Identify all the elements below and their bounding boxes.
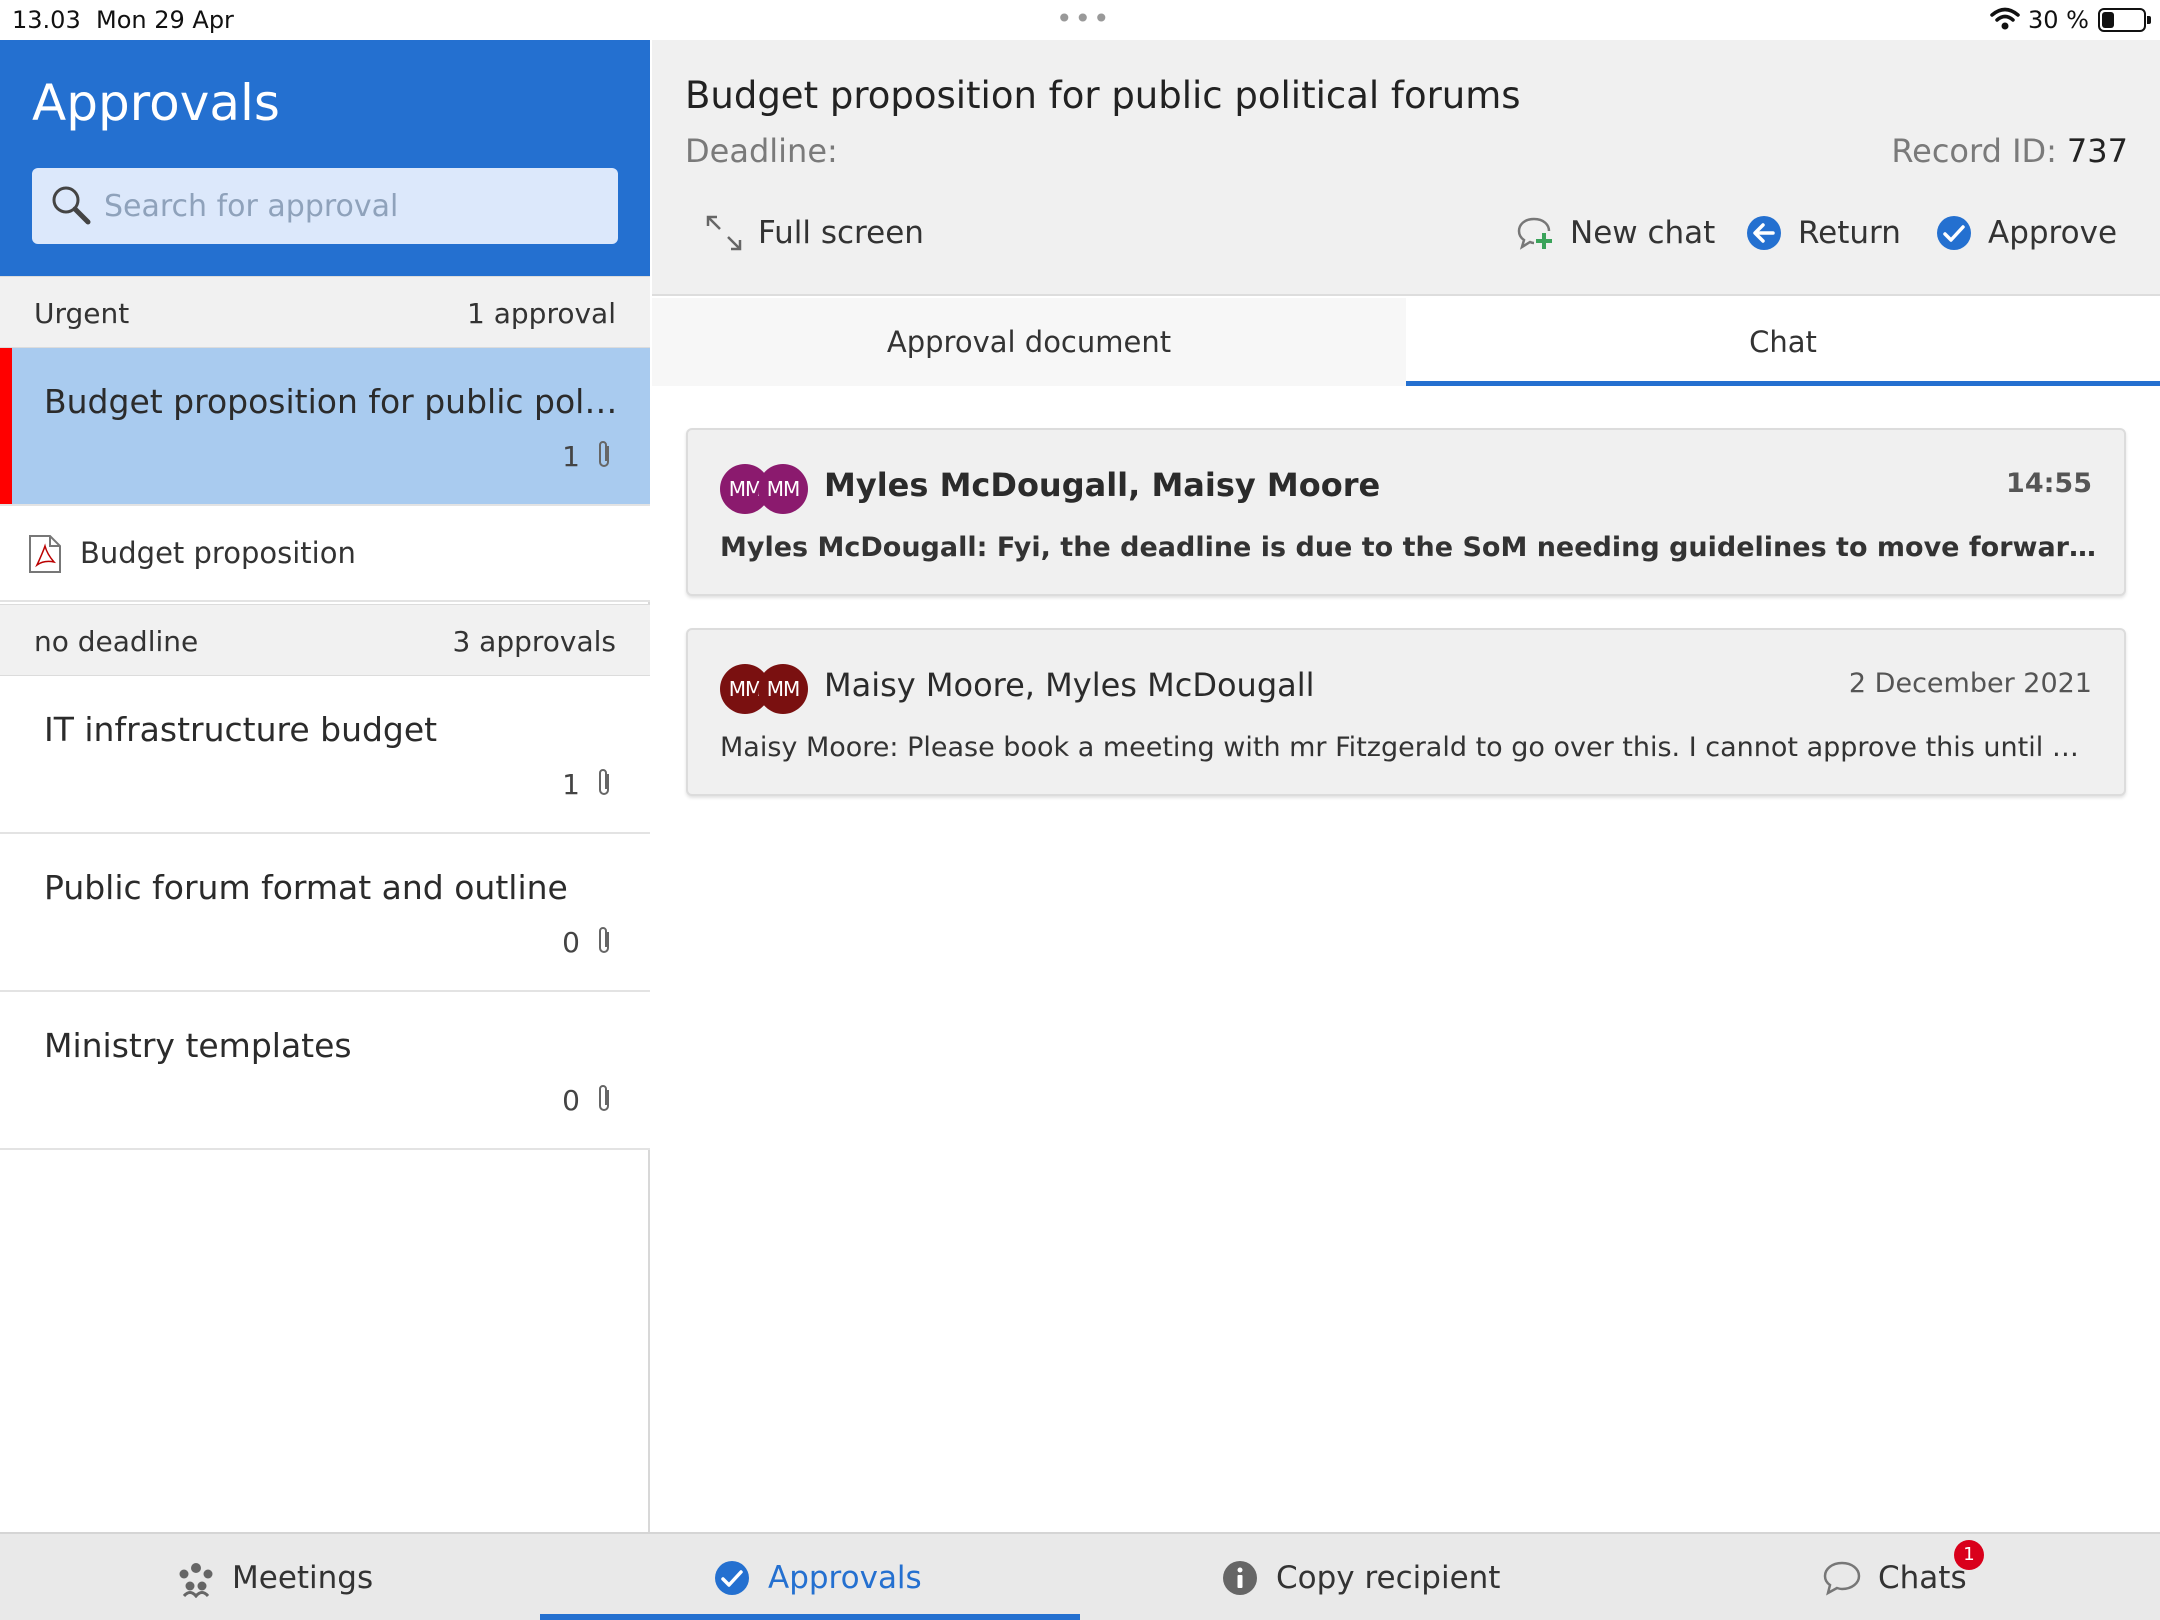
detail-header: Budget proposition for public political … — [652, 40, 2160, 296]
full-screen-button[interactable]: Full screen — [704, 208, 924, 258]
group-title: Urgent — [34, 297, 130, 330]
tab-chat[interactable]: Chat — [1406, 298, 2160, 386]
paperclip-icon — [599, 441, 609, 467]
attachment-count: 1 — [562, 440, 580, 473]
nav-approvals[interactable]: Approvals — [712, 1534, 922, 1620]
approvals-sidebar: Approvals Urgent 1 approval Budget propo… — [0, 40, 650, 1532]
chat-time: 14:55 — [2006, 468, 2092, 499]
detail-title: Budget proposition for public political … — [685, 74, 1521, 117]
approval-item-title: IT infrastructure budget — [44, 710, 438, 749]
avatar: MM — [758, 664, 808, 714]
pdf-file-icon — [29, 535, 61, 573]
chat-participants: Maisy Moore, Myles McDougall — [824, 666, 1315, 704]
bottom-navigation: Meetings Approvals Copy recipient Chats … — [0, 1532, 2160, 1620]
approval-item-title: Budget proposition for public political … — [44, 382, 624, 421]
paperclip-icon — [599, 1085, 609, 1111]
search-icon — [52, 186, 91, 225]
info-icon — [1223, 1561, 1257, 1595]
new-chat-button[interactable]: New chat — [1516, 208, 1715, 258]
new-chat-label: New chat — [1570, 215, 1716, 251]
chat-bubble-icon — [1823, 1561, 1861, 1596]
tab-approval-document[interactable]: Approval document — [652, 298, 1406, 386]
approval-item[interactable]: Public forum format and outline 0 — [0, 834, 650, 992]
expand-icon — [706, 215, 742, 251]
check-circle-icon — [715, 1561, 749, 1595]
approval-item-title: Public forum format and outline — [44, 868, 568, 907]
chat-preview: Myles McDougall: Fyi, the deadline is du… — [720, 532, 2096, 563]
status-time: 13.03 — [12, 6, 81, 34]
chat-time: 2 December 2021 — [1848, 668, 2092, 699]
group-header-no-deadline: no deadline 3 approvals — [0, 604, 650, 676]
search-input[interactable] — [104, 168, 604, 244]
paperclip-icon — [599, 769, 609, 795]
full-screen-label: Full screen — [758, 215, 924, 251]
nav-approvals-label: Approvals — [768, 1560, 922, 1596]
record-id: Record ID: 737 — [1891, 132, 2128, 170]
chat-card[interactable]: MM MM Myles McDougall, Maisy Moore 14:55… — [686, 428, 2126, 596]
notification-badge: 1 — [1954, 1540, 1984, 1570]
approve-button[interactable]: Approve — [1934, 208, 2117, 258]
nav-chats[interactable]: Chats 1 — [1822, 1534, 1984, 1620]
return-label: Return — [1798, 215, 1901, 251]
attachment-count: 1 — [562, 768, 580, 801]
battery-percent: 30 % — [2028, 6, 2089, 34]
approval-detail: Budget proposition for public political … — [652, 40, 2160, 1532]
record-id-value: 737 — [2066, 132, 2128, 170]
battery-icon — [2098, 8, 2151, 32]
nav-copy-recipient[interactable]: Copy recipient — [1220, 1534, 1500, 1620]
return-button[interactable]: Return — [1744, 208, 1901, 258]
chat-card[interactable]: MM MM Maisy Moore, Myles McDougall 2 Dec… — [686, 628, 2126, 796]
group-header-urgent: Urgent 1 approval — [0, 276, 650, 348]
search-box[interactable] — [32, 168, 618, 244]
group-count: 1 approval — [467, 297, 616, 330]
attachment-count: 0 — [562, 926, 580, 959]
approval-item[interactable]: Budget proposition for public political … — [0, 348, 650, 506]
paperclip-icon — [599, 927, 609, 953]
chat-participants: Myles McDougall, Maisy Moore — [824, 466, 1381, 504]
nav-meetings-label: Meetings — [232, 1560, 374, 1596]
group-count: 3 approvals — [452, 625, 616, 658]
wifi-icon — [1990, 7, 2020, 30]
nav-copy-recipient-label: Copy recipient — [1276, 1560, 1501, 1596]
status-bar: 13.03 Mon 29 Apr ••• 30 % — [0, 0, 2160, 40]
avatar-group: MM MM — [720, 464, 810, 514]
approval-item[interactable]: IT infrastructure budget 1 — [0, 676, 650, 834]
sidebar-title: Approvals — [32, 74, 280, 132]
sidebar-header: Approvals — [0, 40, 650, 276]
urgent-indicator — [0, 348, 12, 504]
deadline-label: Deadline: — [685, 132, 838, 170]
group-title: no deadline — [34, 625, 199, 658]
document-label: Budget proposition — [80, 536, 356, 570]
return-arrow-icon — [1747, 216, 1781, 250]
record-id-label: Record ID: — [1891, 132, 2057, 170]
approval-item[interactable]: Ministry templates 0 — [0, 992, 650, 1150]
new-chat-icon — [1517, 217, 1552, 250]
attachment-count: 0 — [562, 1084, 580, 1117]
nav-chats-label: Chats — [1878, 1560, 1967, 1596]
detail-tabs: Approval document Chat — [652, 298, 2160, 386]
approve-label: Approve — [1988, 215, 2118, 251]
status-date: Mon 29 Apr — [96, 6, 234, 34]
avatar: MM — [758, 464, 808, 514]
multitasking-dots-icon[interactable]: ••• — [1056, 2, 1112, 35]
active-tab-indicator — [540, 1614, 1080, 1620]
check-circle-icon — [1937, 216, 1971, 250]
battery-level — [2102, 12, 2114, 28]
approval-item-title: Ministry templates — [44, 1026, 352, 1065]
document-row[interactable]: Budget proposition — [0, 506, 650, 602]
chat-preview: Maisy Moore: Please book a meeting with … — [720, 732, 2096, 763]
avatar-group: MM MM — [720, 664, 810, 714]
people-icon — [179, 1563, 213, 1598]
nav-meetings[interactable]: Meetings — [176, 1534, 373, 1620]
